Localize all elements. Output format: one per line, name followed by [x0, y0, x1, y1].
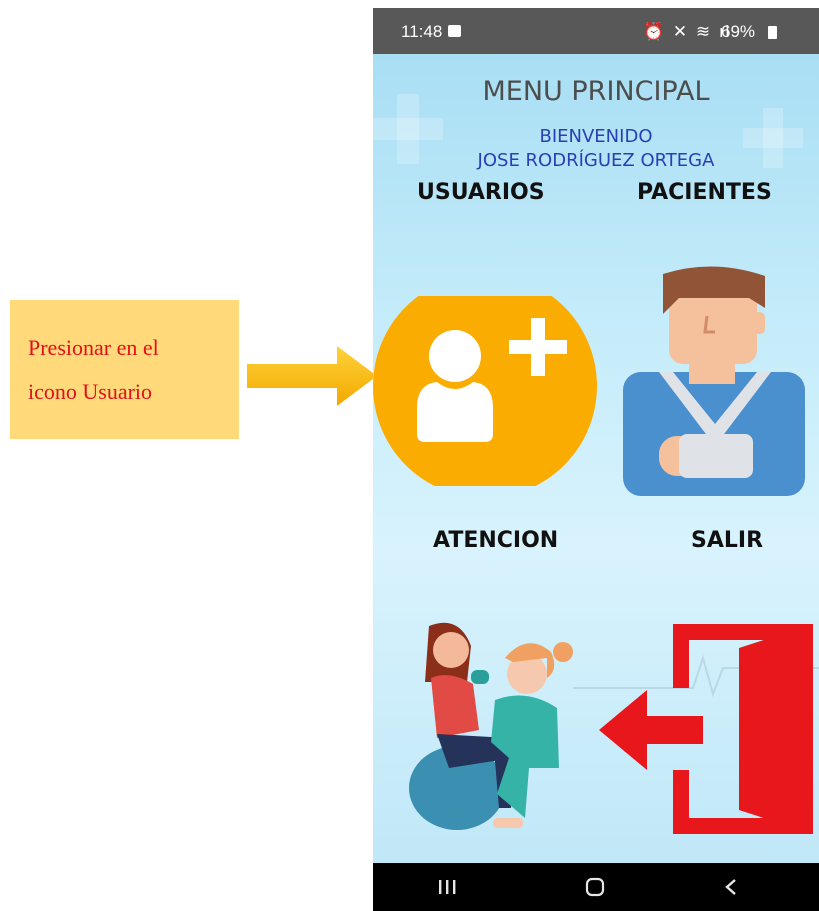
callout-line-2: icono Usuario — [28, 379, 153, 404]
gallery-notification-icon — [448, 25, 461, 37]
callout-line-1: Presionar en el — [28, 335, 159, 360]
recent-apps-icon — [439, 880, 456, 894]
usuarios-label: USUARIOS — [417, 180, 545, 205]
pacientes-button[interactable] — [619, 266, 809, 496]
pacientes-label: PACIENTES — [637, 180, 772, 205]
home-icon — [585, 877, 605, 897]
add-user-icon — [373, 274, 597, 498]
page-title: MENU PRINCIPAL — [482, 76, 710, 107]
arrow-right-icon — [247, 346, 377, 406]
back-button[interactable] — [691, 863, 771, 911]
user-name: JOSE RODRÍGUEZ ORTEGA — [477, 150, 715, 171]
tutorial-page: Presionar en el icono Usuario 11:48 ⏰ ✕ … — [0, 0, 819, 911]
exit-door-icon — [599, 624, 813, 834]
welcome-text: BIENVENIDO — [539, 126, 653, 147]
home-button[interactable] — [556, 863, 636, 911]
salir-label: SALIR — [691, 528, 764, 553]
instruction-callout: Presionar en el icono Usuario — [10, 300, 239, 439]
status-bar: 11:48 ⏰ ✕ ≋ ıl 69% — [373, 8, 819, 54]
recent-apps-button[interactable] — [407, 863, 487, 911]
atencion-label: ATENCION — [433, 528, 559, 553]
battery-icon — [768, 26, 777, 39]
status-icons: ⏰ ✕ ≋ ıl — [643, 22, 732, 41]
back-icon — [725, 879, 736, 895]
salir-button[interactable] — [599, 620, 819, 842]
therapy-icon — [409, 622, 573, 830]
patient-icon — [623, 266, 805, 496]
phone-screen: 11:48 ⏰ ✕ ≋ ıl 69% MENU PRINCIPAL BIENVE… — [373, 8, 819, 911]
status-time: 11:48 — [401, 22, 443, 41]
navigation-bar — [373, 863, 819, 911]
usuarios-button[interactable] — [373, 274, 603, 498]
battery-percent: 69% — [721, 22, 756, 41]
atencion-button[interactable] — [409, 618, 579, 838]
